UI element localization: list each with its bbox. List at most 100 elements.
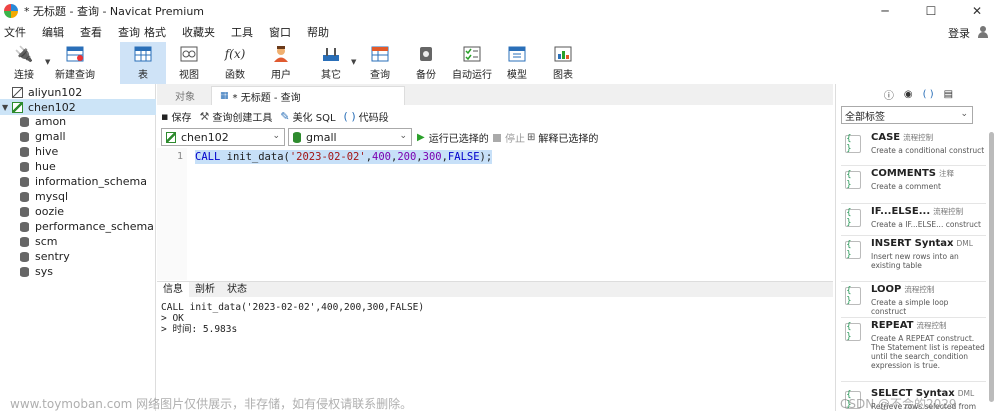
toolbar-chart-button[interactable]: 图表 — [546, 42, 580, 84]
toolbar-chart-label: 图表 — [553, 70, 573, 81]
menu-tools[interactable]: 工具 — [223, 24, 261, 40]
toolbar-function-button[interactable]: f(x) 函数 — [214, 42, 256, 84]
minimize-button[interactable]: ─ — [862, 0, 908, 22]
sql-function: init_data( — [220, 151, 290, 163]
save-button[interactable]: ▪ 保存 — [161, 109, 191, 124]
menu-window[interactable]: 窗口 — [261, 24, 299, 40]
toolbar-user-button[interactable]: 用户 — [260, 42, 302, 84]
others-dropdown-icon[interactable]: ▼ — [351, 58, 356, 66]
database-select[interactable]: gmall ⌄ — [288, 128, 412, 146]
tab-message[interactable]: 信息 — [157, 282, 189, 297]
tab-query[interactable]: ▦ * 无标题 - 查询 — [211, 86, 405, 105]
connect-dropdown-icon[interactable]: ▼ — [45, 58, 50, 66]
snippet-pane: ⓘ ◉ ( ) ▤ 全部标签 ⌄ { } CASE 流程控制 Create a c… — [835, 84, 1000, 411]
maximize-button[interactable]: ☐ — [908, 0, 954, 22]
menu-file[interactable]: 文件 — [0, 24, 34, 40]
watermark: www.toymoban.com 网络图片仅供展示，非存储，如有侵权请联系删除。 — [10, 397, 413, 411]
account-icon[interactable] — [978, 26, 988, 38]
sql-line-1[interactable]: CALL init_data('2023-02-02',400,200,300,… — [195, 150, 493, 164]
stop-button[interactable]: 停止 — [493, 130, 525, 145]
database-item[interactable]: hue — [20, 159, 56, 174]
database-icon — [20, 221, 29, 232]
database-item[interactable]: hive — [20, 144, 58, 159]
toolbar-automation-button[interactable]: 自动运行 — [448, 42, 496, 84]
sql-end: ); — [479, 151, 493, 163]
snippet-file-icon: { } — [845, 322, 861, 342]
toolbar-view-label: 视图 — [179, 70, 199, 81]
beautify-label: 美化 SQL — [292, 112, 336, 124]
toolbar-connect-button[interactable]: 🔌 连接 — [4, 42, 44, 84]
explain-selected-button[interactable]: ⊞ 解释已选择的 — [527, 130, 598, 145]
snippet-item[interactable]: { } LOOP 流程控制 Create a simple loop constr… — [841, 282, 986, 318]
sql-editor[interactable]: 1 CALL init_data('2023-02-02',400,200,30… — [157, 148, 833, 280]
menu-edit[interactable]: 编辑 — [34, 24, 72, 40]
database-icon — [20, 206, 29, 217]
database-item[interactable]: oozie — [20, 204, 64, 219]
snippet-item[interactable]: { } IF...ELSE... 流程控制 Create a IF...ELSE.… — [841, 204, 986, 236]
snippet-item[interactable]: { } COMMENTS 注释 Create a comment — [841, 166, 986, 204]
toolbar-new-query-button[interactable]: 新建查询 — [52, 42, 98, 84]
result-tabs: 信息 剖析 状态 — [157, 281, 833, 297]
snippet-description: Create a IF...ELSE... construct — [871, 220, 981, 229]
database-label: performance_schema — [35, 220, 154, 233]
preview-icon[interactable]: ◉ — [904, 89, 913, 100]
explain-selected-label: 解释已选择的 — [538, 134, 599, 145]
database-item[interactable]: mysql — [20, 189, 68, 204]
snippet-item[interactable]: { } INSERT Syntax DML Insert new rows int… — [841, 236, 986, 282]
database-item[interactable]: information_schema — [20, 174, 147, 189]
snippet-pane-toolbar: ⓘ ◉ ( ) ▤ — [836, 84, 1000, 104]
database-item[interactable]: scm — [20, 234, 58, 249]
close-button[interactable]: ✕ — [954, 0, 1000, 22]
database-item[interactable]: performance_schema — [20, 219, 154, 234]
toolbar-backup-button[interactable]: 备份 — [406, 42, 446, 84]
snippet-tag-filter[interactable]: 全部标签 ⌄ — [841, 106, 973, 124]
panel-layout-icon[interactable]: ▤ — [944, 89, 953, 100]
menu-view[interactable]: 查看 — [72, 24, 110, 40]
snippet-file-icon: { } — [845, 208, 861, 228]
database-item[interactable]: sentry — [20, 249, 70, 264]
sql-keyword: CALL — [195, 151, 221, 163]
tab-objects[interactable]: 对象 — [167, 86, 203, 105]
connection-select[interactable]: chen102 ⌄ — [161, 128, 285, 146]
database-item[interactable]: sys — [20, 264, 53, 279]
view-icon — [179, 45, 199, 63]
toolbar-view-button[interactable]: 视图 — [168, 42, 210, 84]
connection-aliyun102[interactable]: aliyun102 — [0, 84, 156, 100]
snippet-item[interactable]: { } CASE 流程控制 Create a conditional constr… — [841, 130, 986, 166]
tab-status[interactable]: 状态 — [221, 282, 253, 297]
connection-chen102[interactable]: ▼ chen102 — [0, 99, 156, 115]
menu-query[interactable]: 查询 — [110, 24, 142, 40]
model-icon — [507, 45, 527, 63]
tab-profile[interactable]: 剖析 — [189, 282, 221, 297]
code-snippet-button[interactable]: ( ) 代码段 — [344, 109, 389, 124]
database-item[interactable]: amon — [20, 114, 66, 129]
info-icon[interactable]: ⓘ — [884, 87, 894, 102]
window-controls: ─ ☐ ✕ — [862, 0, 1000, 22]
toolbar-table-label: 表 — [138, 70, 148, 81]
toolbar-model-button[interactable]: 模型 — [500, 42, 534, 84]
database-item[interactable]: gmall — [20, 129, 66, 144]
beautify-sql-button[interactable]: ✎ 美化 SQL — [280, 109, 335, 124]
toolbar-table-button[interactable]: 表 — [120, 42, 166, 84]
collapse-chevron-icon[interactable]: ▼ — [2, 103, 12, 112]
snippet-description: Create a simple loop construct — [871, 298, 949, 316]
snippet-title: IF...ELSE... 流程控制 — [871, 206, 964, 217]
connection-label: chen102 — [28, 100, 76, 114]
sql-keyword: FALSE — [447, 151, 480, 163]
connection-icon — [166, 131, 176, 143]
stop-icon — [493, 133, 501, 142]
snippet-title: COMMENTS 注释 — [871, 168, 954, 179]
menu-favorites[interactable]: 收藏夹 — [174, 24, 223, 40]
snippet-item[interactable]: { } REPEAT 流程控制 Create A REPEAT construct… — [841, 318, 986, 382]
menu-format[interactable]: 格式 — [142, 24, 174, 40]
login-link[interactable]: 登录 — [948, 25, 970, 41]
snippet-scrollbar[interactable] — [989, 132, 994, 402]
function-icon: f(x) — [224, 47, 246, 61]
menu-help[interactable]: 帮助 — [299, 24, 337, 40]
toolbar-query-button[interactable]: 查询 — [360, 42, 400, 84]
run-selected-button[interactable]: ▶ 运行已选择的 — [417, 130, 489, 145]
snippet-toggle-icon[interactable]: ( ) — [923, 89, 934, 100]
query-builder-button[interactable]: ⚒ 查询创建工具 — [199, 109, 272, 124]
toolbar-new-query-label: 新建查询 — [55, 70, 95, 81]
toolbar-others-button[interactable]: 其它 — [310, 42, 352, 84]
